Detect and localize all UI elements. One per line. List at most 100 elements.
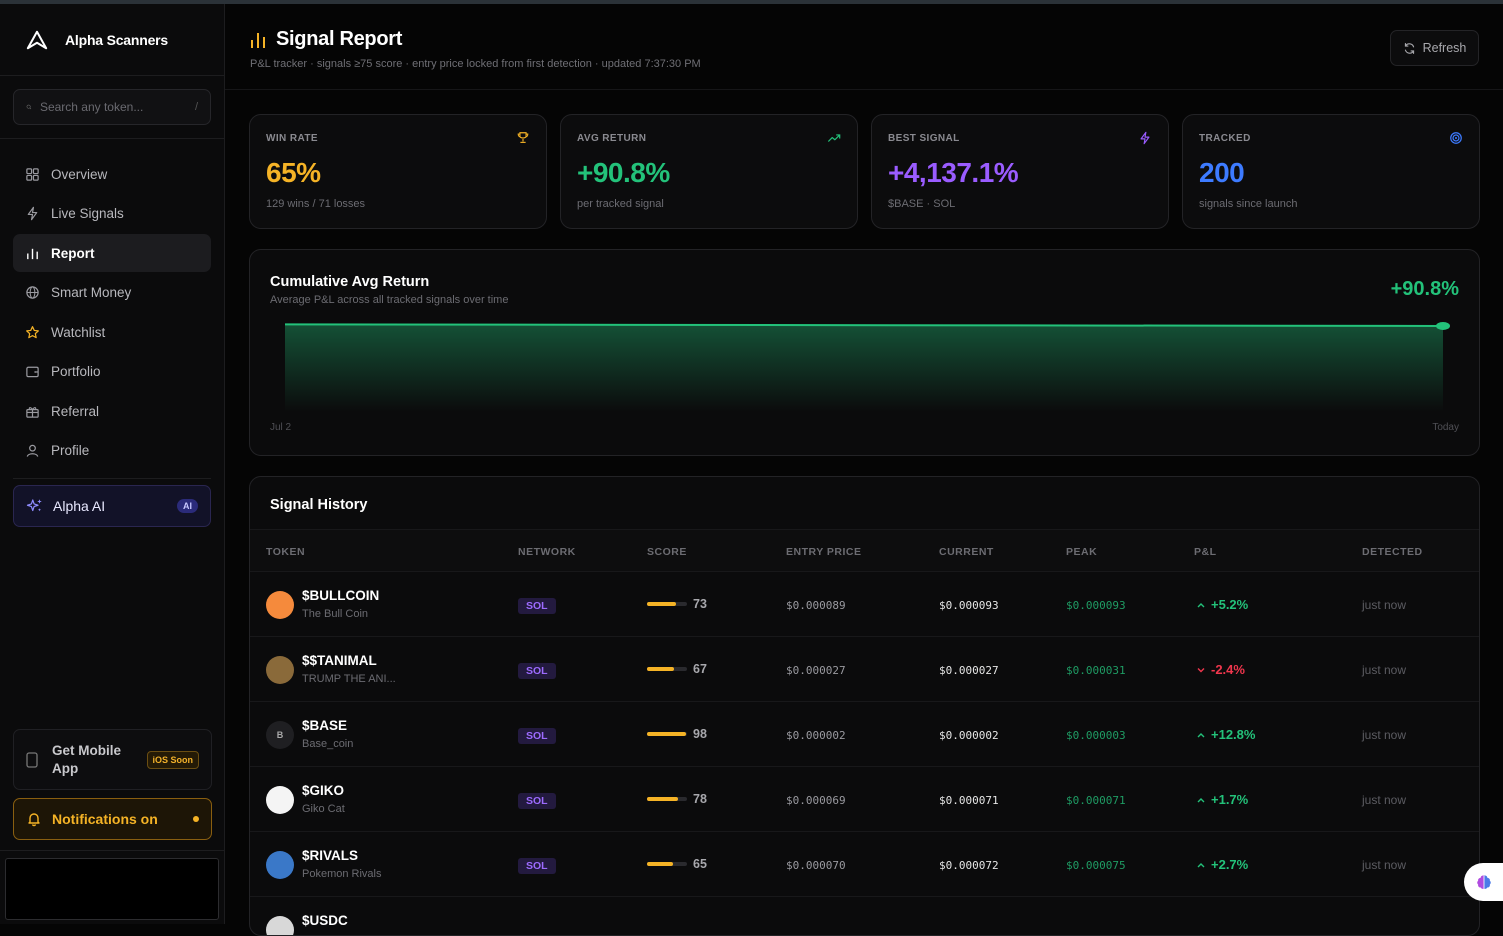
column-header-network: NETWORK bbox=[518, 546, 576, 558]
chevron-down-icon bbox=[1197, 667, 1205, 672]
token-icon bbox=[266, 591, 294, 619]
chevron-up-icon bbox=[1197, 862, 1205, 867]
sidebar-item-referral[interactable]: Referral bbox=[13, 392, 211, 430]
stat-label: WIN RATE bbox=[266, 133, 318, 144]
sidebar-item-portfolio[interactable]: Portfolio bbox=[13, 353, 211, 391]
table-row[interactable]: B $BASE Base_coin SOL 98 $0.000002 $0.000002 $0… bbox=[250, 702, 1479, 767]
sidebar-item-label: Portfolio bbox=[51, 364, 101, 379]
sparkles-icon bbox=[26, 498, 42, 511]
score-value: 65 bbox=[693, 857, 707, 871]
stat-value: 65% bbox=[266, 157, 321, 188]
phone-icon bbox=[26, 751, 38, 768]
token-symbol[interactable]: $BASE bbox=[302, 718, 347, 733]
token-symbol[interactable]: $$TANIMAL bbox=[302, 653, 377, 668]
ai-assistant-fab[interactable] bbox=[1464, 863, 1503, 901]
score-bar bbox=[647, 602, 687, 606]
score-value: 98 bbox=[693, 727, 707, 741]
token-name: Pokemon Rivals bbox=[302, 868, 382, 880]
signal-history-table: Signal History TOKEN NETWORK SCORE ENTRY PR… bbox=[249, 476, 1480, 936]
chart-area-fill bbox=[285, 324, 1443, 412]
sidebar-bottom-panel bbox=[5, 858, 219, 920]
stat-label: AVG RETURN bbox=[577, 133, 647, 144]
entry-price: $0.000002 bbox=[786, 729, 846, 742]
page-subtitle: P&L tracker · signals ≥75 score · entry … bbox=[250, 58, 701, 70]
score-bar-fill bbox=[647, 667, 674, 671]
star-icon bbox=[26, 325, 39, 338]
entry-price: $0.000027 bbox=[786, 664, 846, 677]
token-name: Base_coin bbox=[302, 738, 354, 750]
stat-card-tracked: TRACKED 200 signals since launch bbox=[1182, 114, 1480, 229]
x-axis-start-label: Jul 2 bbox=[270, 422, 292, 433]
current-price: $0.000093 bbox=[939, 599, 999, 612]
alpha-ai-button[interactable]: Alpha AI AI bbox=[13, 484, 211, 527]
notifications-toggle[interactable]: Notifications on bbox=[13, 798, 212, 840]
column-header-detected: DETECTED bbox=[1362, 546, 1423, 558]
table-title: Signal History bbox=[270, 497, 368, 513]
brain-icon bbox=[1476, 875, 1491, 889]
bar-chart-icon bbox=[251, 32, 265, 48]
current-price: $0.000027 bbox=[939, 664, 999, 677]
token-symbol[interactable]: $GIKO bbox=[302, 783, 344, 798]
sidebar-item-label: Live Signals bbox=[51, 206, 124, 221]
chevron-up-icon bbox=[1197, 732, 1205, 737]
refresh-icon bbox=[1404, 42, 1414, 54]
cumulative-return-chart: Cumulative Avg Return Average P&L across… bbox=[249, 249, 1480, 456]
score-bar-fill bbox=[647, 602, 677, 606]
sidebar-item-label: Smart Money bbox=[51, 285, 132, 300]
ios-soon-badge: iOS Soon bbox=[146, 750, 199, 769]
chevron-up-icon bbox=[1197, 797, 1205, 802]
detected-time: just now bbox=[1362, 728, 1407, 742]
score-bar-fill bbox=[647, 732, 687, 736]
stat-sub: 129 wins / 71 losses bbox=[266, 198, 366, 210]
token-name: The Bull Coin bbox=[302, 608, 369, 620]
table-row[interactable]: $RIVALS Pokemon Rivals SOL 65 $0.000070 $0.00… bbox=[250, 832, 1479, 897]
score-value: 78 bbox=[693, 792, 707, 806]
refresh-button[interactable]: Refresh bbox=[1390, 30, 1479, 66]
network-badge: SOL bbox=[518, 663, 556, 679]
sidebar-item-live-signals[interactable]: Live Signals bbox=[13, 195, 211, 233]
stat-sub: per tracked signal bbox=[577, 198, 664, 210]
network-badge: SOL bbox=[518, 728, 556, 744]
table-row[interactable]: $USDC bbox=[250, 897, 1479, 935]
brand[interactable]: Alpha Scanners bbox=[0, 4, 224, 76]
target-icon bbox=[1450, 132, 1462, 144]
app-name: Alpha Scanners bbox=[65, 31, 169, 48]
wallet-icon bbox=[26, 366, 39, 378]
sidebar-item-report[interactable]: Report bbox=[13, 234, 211, 272]
globe-icon bbox=[26, 286, 39, 299]
chart-end-point bbox=[1436, 321, 1450, 330]
sidebar-item-label: Report bbox=[51, 245, 95, 261]
page-title: Signal Report bbox=[276, 28, 403, 50]
detected-time: just now bbox=[1362, 858, 1407, 872]
trending-up-icon bbox=[827, 134, 841, 142]
stat-card-win-rate: WIN RATE 65% 129 wins / 71 losses bbox=[249, 114, 547, 229]
alpha-ai-label: Alpha AI bbox=[53, 497, 106, 514]
token-symbol[interactable]: $BULLCOIN bbox=[302, 588, 379, 603]
sidebar-item-overview[interactable]: Overview bbox=[13, 155, 211, 193]
grid-icon bbox=[26, 167, 39, 181]
sidebar-item-smart-money[interactable]: Smart Money bbox=[13, 274, 211, 312]
table-row[interactable]: $$TANIMAL TRUMP THE ANI... SOL 67 $0.000027 $… bbox=[250, 637, 1479, 702]
get-mobile-app-button[interactable]: Get Mobile App iOS Soon bbox=[13, 729, 212, 790]
detected-time: just now bbox=[1362, 598, 1407, 612]
token-symbol[interactable]: $USDC bbox=[302, 913, 348, 928]
table-row[interactable]: $GIKO Giko Cat SOL 78 $0.000069 $0.000071 $0.0… bbox=[250, 767, 1479, 832]
bolt-icon bbox=[27, 206, 38, 221]
token-symbol[interactable]: $RIVALS bbox=[302, 848, 358, 863]
sidebar-item-label: Watchlist bbox=[51, 324, 106, 340]
sidebar-item-profile[interactable]: Profile bbox=[13, 432, 211, 470]
notification-status-dot bbox=[193, 816, 199, 822]
score-bar bbox=[647, 797, 687, 801]
search-box[interactable]: / bbox=[13, 89, 211, 125]
sidebar-divider bbox=[0, 850, 224, 851]
stats-row: WIN RATE 65% 129 wins / 71 losses AVG RETUR… bbox=[249, 114, 1480, 229]
pnl-text: +5.2% bbox=[1211, 597, 1249, 612]
sidebar-item-watchlist[interactable]: Watchlist bbox=[13, 313, 211, 351]
pnl-value: -2.4% bbox=[1196, 662, 1245, 677]
score-bar-fill bbox=[647, 862, 673, 866]
stat-sub: $BASE · SOL bbox=[888, 198, 956, 210]
peak-price: $0.000071 bbox=[1066, 794, 1126, 807]
table-row[interactable]: $BULLCOIN The Bull Coin SOL 73 $0.000089 $0.0… bbox=[250, 572, 1479, 637]
score-bar-fill bbox=[647, 797, 679, 801]
search-input[interactable] bbox=[39, 100, 195, 114]
